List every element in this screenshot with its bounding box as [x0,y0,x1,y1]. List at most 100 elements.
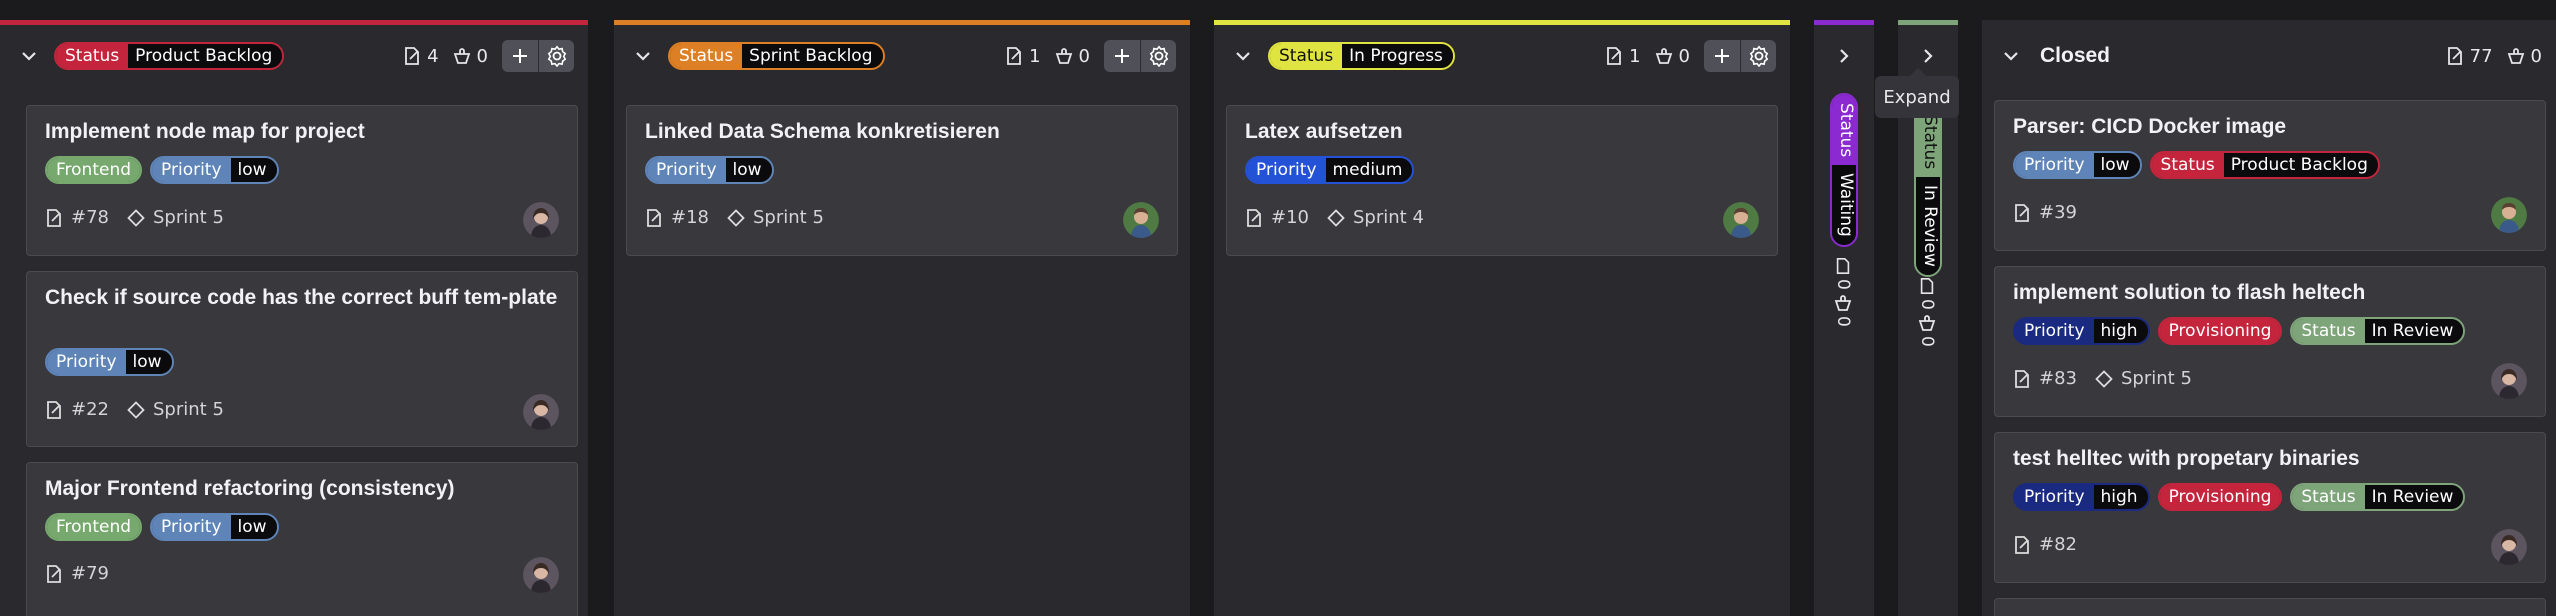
add-task-button[interactable] [1704,40,1740,72]
card-title: test helltec with propetary binaries [2013,447,2360,470]
column-actions [1704,40,1776,72]
task-card[interactable]: implement solution to flash heltech Prio… [1994,266,2546,417]
status-tag: Status Product Backlog [54,42,285,70]
avatar[interactable] [1723,202,1759,238]
avatar[interactable] [1123,202,1159,238]
column-in-progress: Status In Progress 1 0 Latex aufsetzen Pr… [1214,20,1790,616]
task-card[interactable]: Latex aufsetzen Priority medium #10 Sprin… [1226,105,1778,256]
task-count: 1 [1605,46,1641,67]
chevron-down-icon[interactable] [630,43,656,69]
task-icon [2015,535,2029,554]
task-card[interactable]: Check if source code has the correct buf… [26,271,578,447]
sprint: Sprint 5 [127,207,224,228]
priority-tag: Priority high [2013,483,2150,511]
chevron-down-icon[interactable] [1998,43,2024,69]
priority-tag: Priority low [150,513,279,541]
task-number: #22 [71,399,109,420]
weight-icon [1055,48,1072,64]
card-title: Major Frontend refactoring (consistency) [45,477,455,500]
counts: 0 0 [1833,257,1853,327]
column-header: Status In Progress 1 0 [1214,25,1790,87]
sprint: Sprint 5 [127,399,224,420]
sprint: Sprint 4 [1327,207,1424,228]
sprint: Sprint 5 [2095,368,2192,389]
weight-icon [1918,314,1936,331]
card-meta: #22 Sprint 5 [45,399,224,420]
card-tags: Priority low Status Product Backlog [2013,151,2380,179]
task-card[interactable] [1994,598,2546,616]
points-count: 0 [1655,46,1690,67]
task-card[interactable]: Parser: CICD Docker image Priority low St… [1994,100,2546,251]
avatar[interactable] [2491,529,2527,565]
points-count: 0 [1055,46,1090,67]
card-meta: #18 Sprint 5 [645,207,824,228]
milestone-icon [127,208,145,227]
label-tag: Frontend [45,513,143,541]
task-card[interactable]: test helltec with propetary binaries Pri… [1994,432,2546,583]
label-tag: Provisioning [2157,317,2283,345]
task-icon [47,400,61,419]
card-tags: Priority low [645,156,774,184]
column-waiting-collapsed[interactable]: Status Waiting 0 0 [1814,20,1874,616]
column-header: Status Product Backlog 4 0 [0,25,588,87]
column-product-backlog: Status Product Backlog 4 0 Implement node… [0,20,588,616]
label-tag: Provisioning [2157,483,2283,511]
avatar[interactable] [2491,197,2527,233]
priority-tag: Priority medium [1245,156,1415,184]
gear-icon[interactable] [538,40,574,72]
task-card[interactable]: Major Frontend refactoring (consistency)… [26,462,578,616]
task-icon [2015,203,2029,222]
task-number: #10 [1271,207,1309,228]
chevron-down-icon[interactable] [1230,43,1256,69]
weight-icon [1834,294,1852,311]
task-icon [1836,257,1850,275]
chevron-down-icon[interactable] [16,43,42,69]
card-meta: #82 [2013,534,2077,555]
priority-tag: Priority low [45,348,174,376]
add-task-button[interactable] [502,40,538,72]
task-icon [647,208,661,227]
card-title: Implement node map for project [45,120,365,143]
milestone-icon [1327,208,1345,227]
card-meta: #79 [45,563,109,584]
task-number: #39 [2039,202,2077,223]
column-header: Closed 77 0 [1982,20,2556,92]
card-title: Parser: CICD Docker image [2013,115,2287,138]
task-count: 77 [2446,46,2493,67]
column-header: Status Sprint Backlog 1 0 [614,25,1190,87]
task-icon [2447,47,2462,65]
card-meta: #78 Sprint 5 [45,207,224,228]
card-meta: #10 Sprint 4 [1245,207,1424,228]
card-tags: Priority low [45,348,174,376]
milestone-icon [127,400,145,419]
task-number: #83 [2039,368,2077,389]
weight-icon [2507,48,2524,64]
card-tags: Priority high Provisioning Status In Revie… [2013,483,2466,511]
card-tags: Priority medium [1245,156,1415,184]
sprint: Sprint 5 [727,207,824,228]
gear-icon[interactable] [1140,40,1176,72]
task-number: #82 [2039,534,2077,555]
avatar[interactable] [2491,363,2527,399]
card-meta: #83 Sprint 5 [2013,368,2192,389]
gear-icon[interactable] [1740,40,1776,72]
task-icon [1247,208,1261,227]
avatar[interactable] [523,557,559,593]
priority-tag: Priority low [2013,151,2142,179]
kanban-board: Status Product Backlog 4 0 Implement node… [0,0,2556,616]
status-tag: Status In Review [2290,483,2466,511]
avatar[interactable] [523,394,559,430]
priority-tag: Priority low [645,156,774,184]
add-task-button[interactable] [1104,40,1140,72]
task-icon [2015,369,2029,388]
task-icon [405,47,419,65]
status-tag: Status Waiting [1830,93,1858,247]
task-card[interactable]: Linked Data Schema konkretisieren Priori… [626,105,1178,256]
counts: 0 0 [1917,277,1937,347]
avatar[interactable] [523,202,559,238]
chevron-right-icon[interactable] [1915,43,1941,69]
chevron-right-icon[interactable] [1831,43,1857,69]
task-card[interactable]: Implement node map for project Frontend … [26,105,578,256]
column-sprint-backlog: Status Sprint Backlog 1 0 Linked Data Sch… [614,20,1190,616]
column-title: Closed [2040,44,2111,67]
